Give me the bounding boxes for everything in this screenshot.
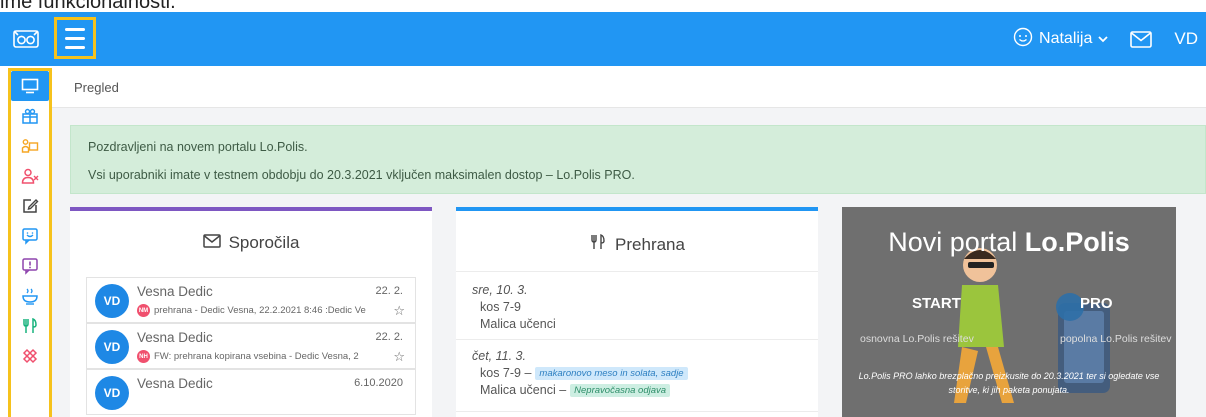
- message-sender: Vesna Dedic: [137, 284, 213, 299]
- hamburger-icon: [65, 25, 85, 52]
- meal-name: kos 7-9 –: [480, 366, 532, 380]
- divider: [456, 271, 818, 272]
- breadcrumb: Pregled: [52, 66, 1206, 108]
- message-preview-row: NH FW: prehrana kopirana vsebina - Dedic…: [137, 350, 393, 363]
- page: ime funkcionalnosti. Natalija VD Pregled…: [0, 0, 1206, 417]
- message-item[interactable]: VD Vesna Dedic 6.10.2020: [86, 369, 416, 415]
- message-date: 22. 2.: [375, 331, 403, 343]
- message-preview-row: NM prehrana - Dedic Vesna, 22.2.2021 8:4…: [137, 304, 393, 317]
- message-sender: Vesna Dedic: [137, 376, 213, 391]
- sidebar-item-health[interactable]: [11, 341, 49, 371]
- cutlery-icon: [589, 233, 607, 256]
- alert-line-2: Vsi uporabniki imate v testnem obdobju d…: [88, 168, 635, 182]
- promo-banner[interactable]: Novi portal Lo.Polis START PRO osnovna L…: [842, 207, 1176, 417]
- promo-pro-label: PRO: [1080, 295, 1113, 312]
- meal-row[interactable]: kos 7-9: [472, 300, 556, 314]
- meal-day: čet, 11. 3. kos 7-9 – makaronovo meso in…: [472, 349, 688, 397]
- food-card-title: Prehrana: [456, 233, 818, 256]
- breadcrumb-current: Pregled: [74, 80, 119, 95]
- smiley-chat-icon: [22, 228, 38, 245]
- card-accent-bar: [456, 207, 818, 211]
- message-date: 22. 2.: [375, 285, 403, 297]
- hamburger-menu-button[interactable]: [54, 17, 96, 59]
- sidebar-item-edit[interactable]: [11, 191, 49, 221]
- monitor-icon: [21, 78, 39, 94]
- promo-title: Novi portal Lo.Polis: [842, 227, 1176, 258]
- sidebar-item-notices[interactable]: [11, 251, 49, 281]
- avatar: VD: [95, 284, 129, 318]
- sidebar-item-food[interactable]: [11, 311, 49, 341]
- smiley-face-icon: [1013, 27, 1033, 52]
- envelope-icon[interactable]: [1130, 30, 1153, 48]
- card-accent-bar: [70, 207, 432, 211]
- sidebar-item-overview[interactable]: [11, 71, 49, 101]
- sidebar-item-meals[interactable]: [11, 281, 49, 311]
- topbar-right: Natalija VD: [1013, 12, 1206, 66]
- meal-day: sre, 10. 3. kos 7-9 Malica učenci: [472, 283, 556, 331]
- food-card: Prehrana sre, 10. 3. kos 7-9 Malica učen…: [456, 207, 818, 417]
- user-remove-icon: [21, 168, 39, 184]
- teacher-board-icon: [21, 139, 39, 153]
- meal-day-label: čet, 11. 3.: [472, 349, 526, 363]
- top-navbar: Natalija VD: [0, 12, 1206, 66]
- lopolis-owl-icon[interactable]: [0, 12, 52, 66]
- meal-status-tag: Nepravočasna odjava: [570, 383, 671, 397]
- message-sender: Vesna Dedic: [137, 330, 213, 345]
- bowl-icon: [22, 288, 38, 305]
- meal-name: kos 7-9: [480, 300, 521, 314]
- meal-name: Malica učenci: [480, 317, 556, 331]
- meal-day-label: sre, 10. 3.: [472, 283, 528, 297]
- messages-card-title: Sporočila: [70, 233, 432, 253]
- message-item[interactable]: VD Vesna Dedic 22. 2. NM prehrana - Dedi…: [86, 277, 416, 323]
- cutlery-icon: [23, 317, 37, 333]
- sender-badge: NH: [137, 350, 150, 363]
- promo-pro-subtitle: popolna Lo.Polis rešitev: [1060, 333, 1172, 345]
- user-initials-button[interactable]: VD: [1174, 29, 1198, 49]
- promo-title-plain: Novi portal: [888, 227, 1025, 257]
- promo-start-subtitle: osnovna Lo.Polis rešitev: [860, 333, 974, 345]
- alert-chat-icon: [22, 258, 38, 275]
- welcome-alert: Pozdravljeni na novem portalu Lo.Polis. …: [70, 125, 1206, 194]
- edit-icon: [23, 199, 39, 213]
- messages-title-text: Sporočila: [228, 233, 300, 252]
- sidebar: [8, 68, 52, 417]
- sidebar-item-feedback[interactable]: [11, 221, 49, 251]
- sidebar-item-absences[interactable]: [11, 161, 49, 191]
- chevron-down-icon: [1098, 30, 1109, 48]
- avatar: VD: [95, 376, 129, 410]
- sidebar-item-gift[interactable]: [11, 101, 49, 131]
- main-content: Pregled Pozdravljeni na novem portalu Lo…: [52, 66, 1206, 417]
- alert-line-1: Pozdravljeni na novem portalu Lo.Polis.: [88, 140, 308, 154]
- promo-start-label: START: [912, 295, 961, 312]
- caption-text: ime funkcionalnosti.: [0, 0, 176, 13]
- user-name: Natalija: [1039, 30, 1093, 47]
- promo-title-bold: Lo.Polis: [1024, 227, 1130, 257]
- star-icon[interactable]: ☆: [393, 303, 405, 319]
- meal-menu-tag: makaronovo meso in solata, sadje: [535, 366, 688, 380]
- divider: [456, 411, 818, 412]
- meal-row[interactable]: Malica učenci: [472, 317, 556, 331]
- divider: [456, 339, 818, 340]
- user-menu-dropdown[interactable]: Natalija: [1013, 27, 1109, 52]
- meal-name: Malica učenci –: [480, 383, 567, 397]
- sidebar-item-classes[interactable]: [11, 131, 49, 161]
- message-preview: FW: prehrana kopirana vsebina - Dedic Ve…: [154, 351, 359, 362]
- meal-row[interactable]: kos 7-9 – makaronovo meso in solata, sad…: [472, 366, 688, 380]
- message-preview: prehrana - Dedic Vesna, 22.2.2021 8:46 :…: [154, 305, 366, 316]
- message-date: 6.10.2020: [354, 377, 403, 389]
- meal-row[interactable]: Malica učenci – Nepravočasna odjava: [472, 383, 688, 397]
- sender-badge: NM: [137, 304, 150, 317]
- food-title-text: Prehrana: [615, 234, 685, 254]
- envelope-icon: [202, 233, 221, 253]
- promo-footer-text: Lo.Polis PRO lahko brezplačno preizkusit…: [858, 371, 1160, 395]
- avatar: VD: [95, 330, 129, 364]
- bandage-icon: [22, 348, 38, 364]
- message-item[interactable]: VD Vesna Dedic 22. 2. NH FW: prehrana ko…: [86, 323, 416, 369]
- gift-icon: [22, 108, 38, 124]
- star-icon[interactable]: ☆: [393, 349, 405, 365]
- messages-card: Sporočila VD Vesna Dedic 22. 2. NM prehr…: [70, 207, 432, 417]
